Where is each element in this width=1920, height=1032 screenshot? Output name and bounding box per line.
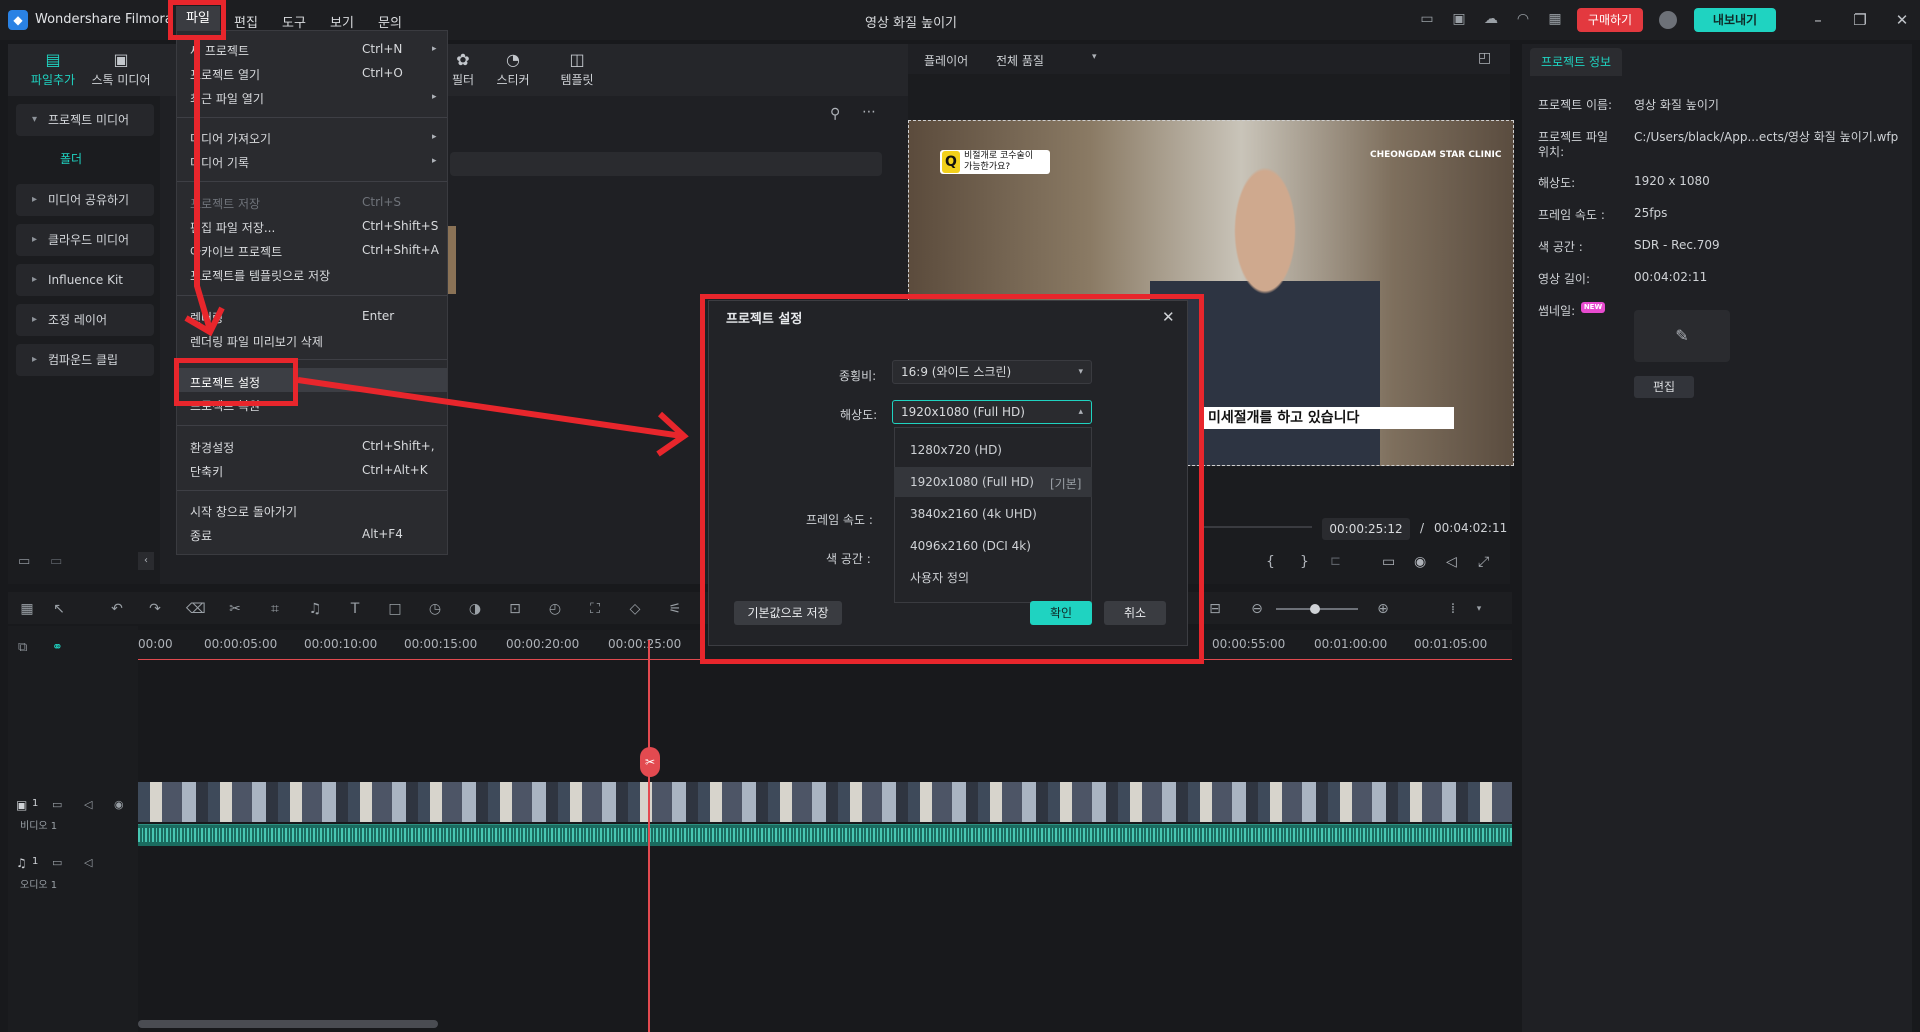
annotation-arrow-down [194,40,213,331]
annotation-arrow-right [297,377,683,439]
annotation-arrows [184,40,689,457]
